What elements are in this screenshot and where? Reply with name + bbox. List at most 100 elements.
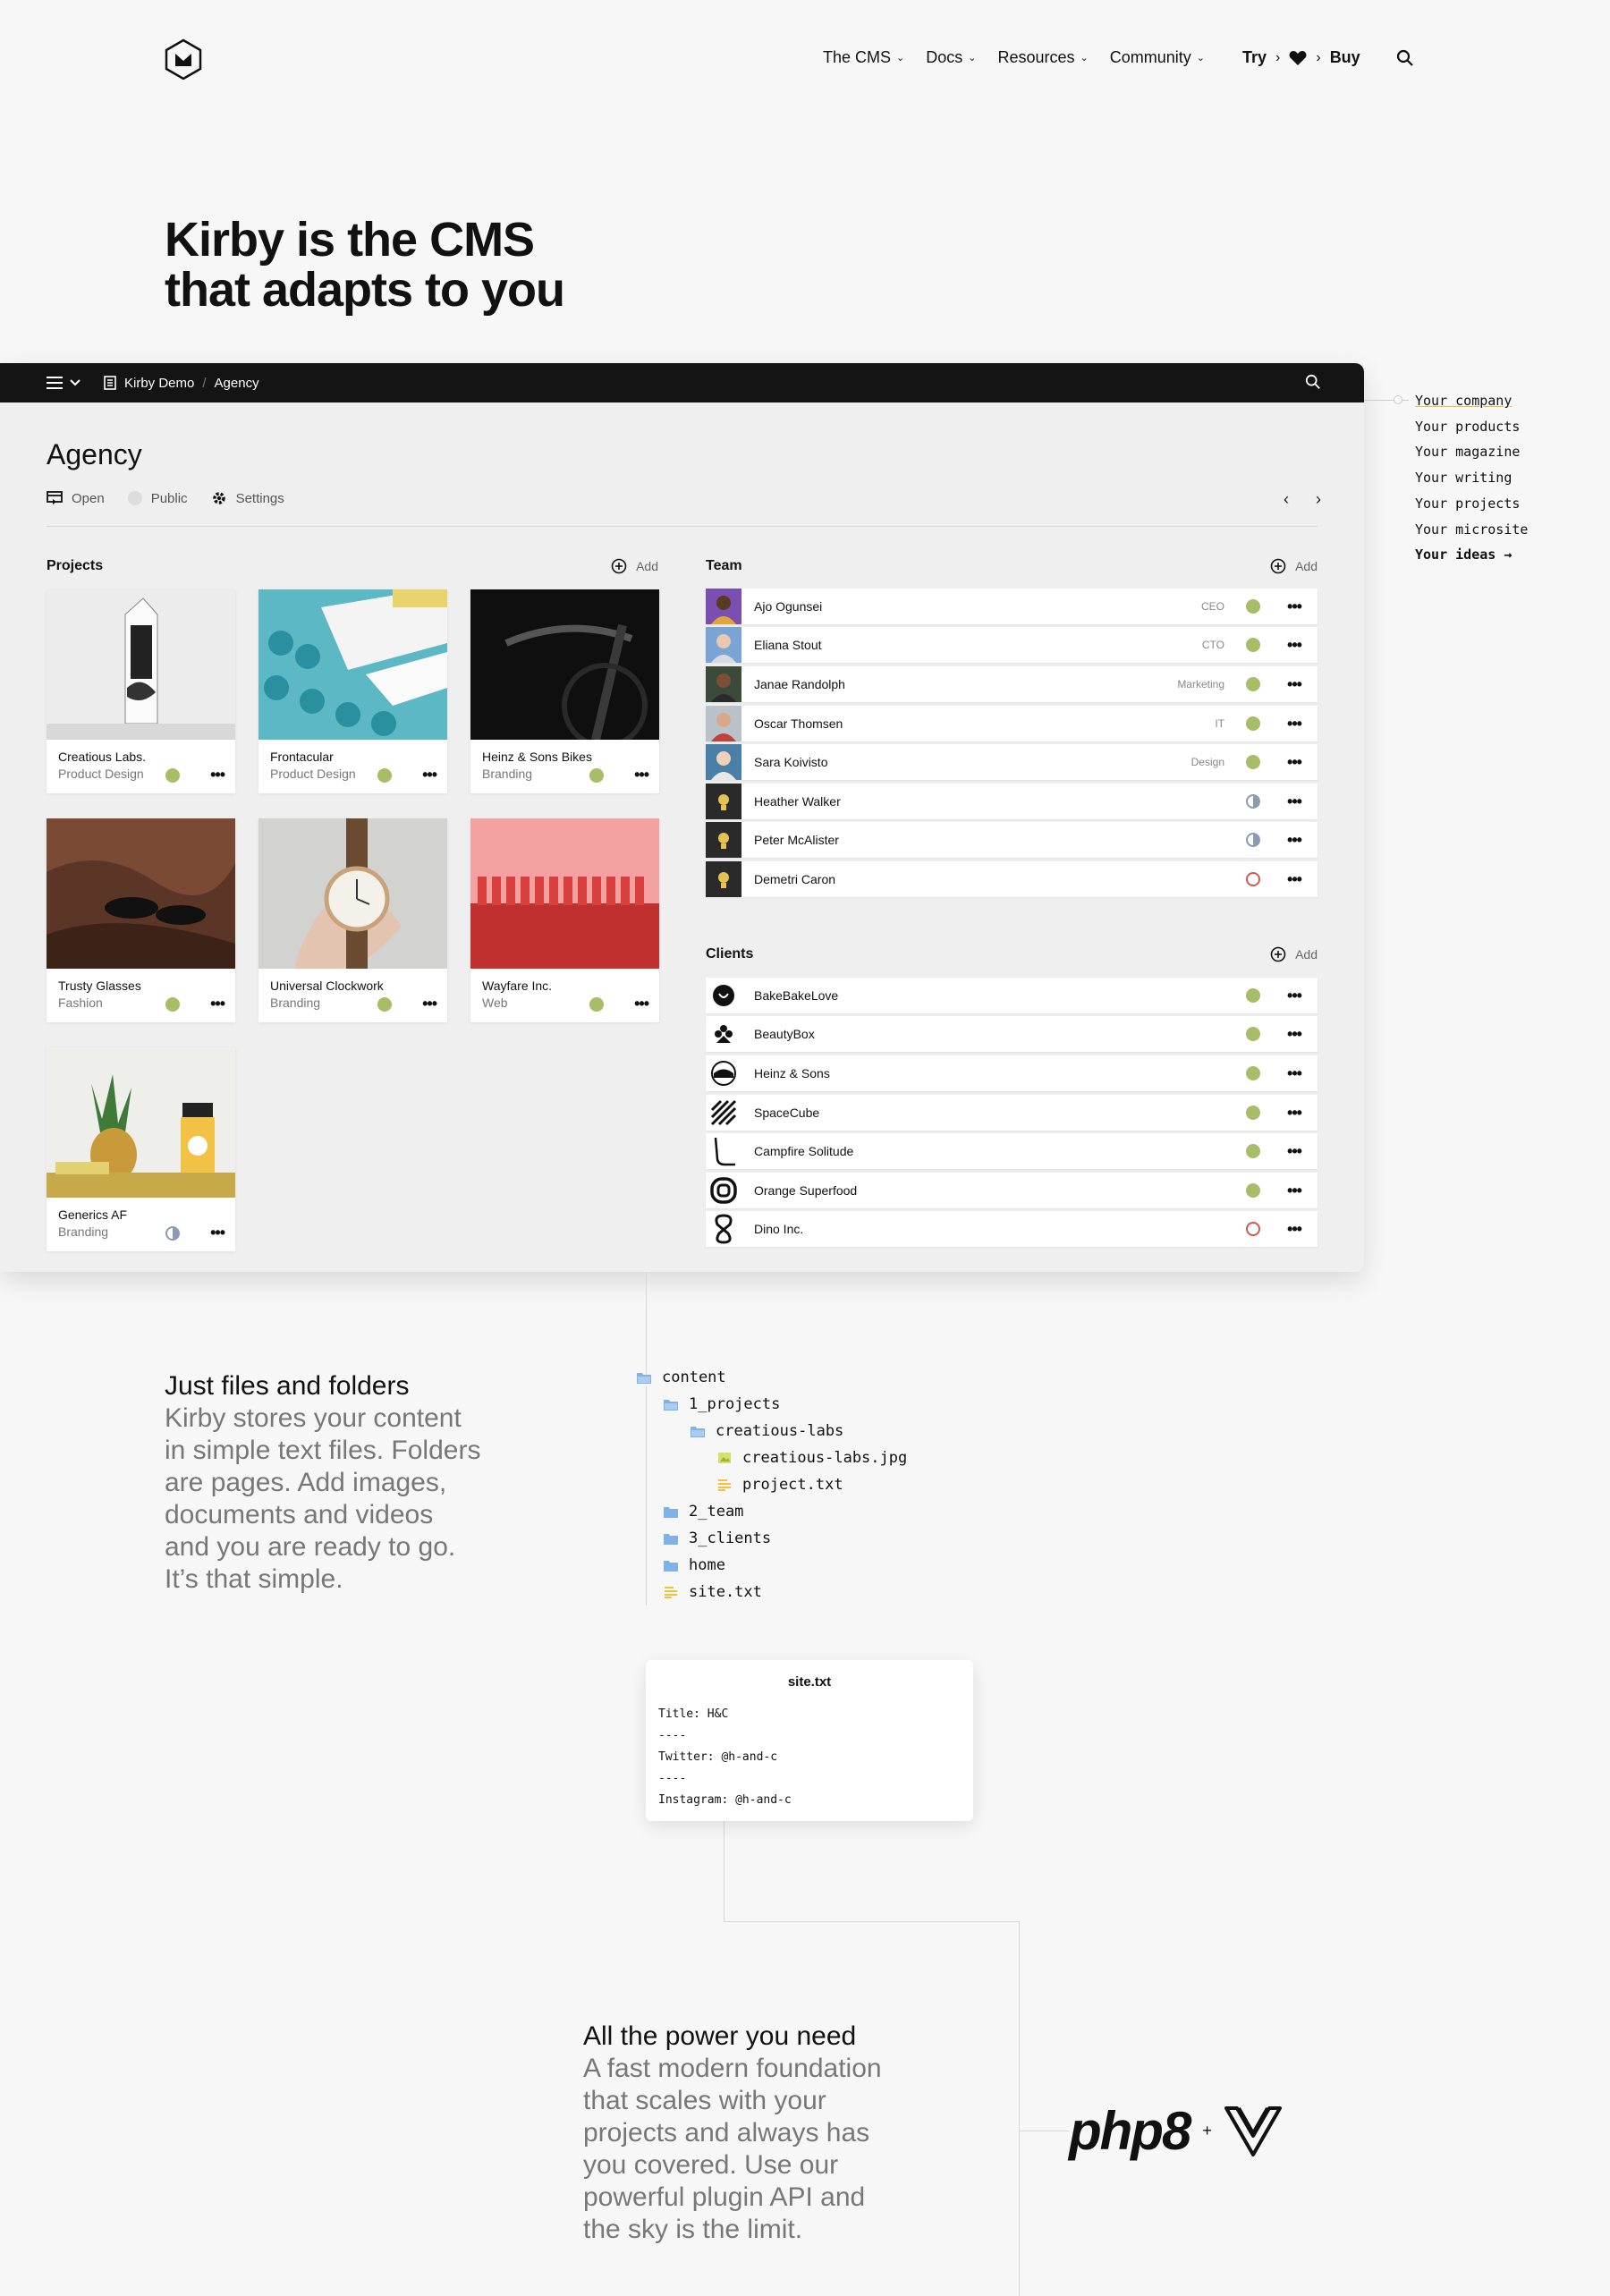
team-row[interactable]: Janae Randolph Marketing ••• — [706, 666, 1318, 702]
more-options-icon[interactable]: ••• — [1284, 1220, 1305, 1239]
client-row[interactable]: Dino Inc. ••• — [706, 1211, 1318, 1247]
tree-node-text[interactable]: project.txt — [717, 1476, 843, 1494]
use-case-item[interactable]: Your projects — [1415, 491, 1528, 517]
use-case-item[interactable]: Your products — [1415, 414, 1528, 440]
more-options-icon[interactable]: ••• — [1284, 753, 1305, 772]
more-options-icon[interactable]: ••• — [1284, 597, 1305, 616]
status-listed-icon[interactable] — [377, 768, 392, 783]
status-listed-icon[interactable] — [165, 997, 180, 1012]
more-options-icon[interactable]: ••• — [1284, 675, 1305, 694]
project-card[interactable]: Wayfare Inc. Web ••• — [470, 818, 659, 1022]
more-options-icon[interactable]: ••• — [1284, 831, 1305, 850]
status-unlisted-icon[interactable] — [1246, 794, 1260, 809]
status-listed-icon[interactable] — [589, 768, 604, 783]
breadcrumb-item-site[interactable]: Kirby Demo — [124, 376, 194, 391]
status-listed-icon[interactable] — [1246, 599, 1260, 614]
status-draft-icon[interactable] — [1246, 1222, 1260, 1236]
try-link[interactable]: Try — [1242, 48, 1267, 67]
tree-node-folder[interactable]: creatious-labs — [691, 1422, 843, 1440]
status-listed-icon[interactable] — [1246, 988, 1260, 1003]
project-card[interactable]: Frontacular Product Design ••• — [258, 589, 447, 793]
project-card[interactable]: Universal Clockwork Branding ••• — [258, 818, 447, 1022]
more-options-icon[interactable]: ••• — [422, 766, 437, 784]
more-options-icon[interactable]: ••• — [1284, 792, 1305, 811]
tree-node-folder[interactable]: 3_clients — [664, 1529, 771, 1547]
team-row[interactable]: Ajo Ogunsei CEO ••• — [706, 589, 1318, 624]
project-card[interactable]: Creatious Labs. Product Design ••• — [47, 589, 235, 793]
more-options-icon[interactable]: ••• — [210, 766, 225, 784]
chevron-right-icon[interactable]: › — [1316, 490, 1321, 509]
search-icon[interactable] — [1396, 49, 1414, 67]
status-listed-icon[interactable] — [1246, 1183, 1260, 1198]
project-card[interactable]: Heinz & Sons Bikes Branding ••• — [470, 589, 659, 793]
team-row[interactable]: Sara Koivisto Design ••• — [706, 744, 1318, 780]
clients-add-button[interactable]: Add — [1270, 946, 1318, 962]
tree-node-folder[interactable]: 1_projects — [664, 1395, 780, 1413]
settings-button[interactable]: Settings — [211, 490, 284, 506]
more-options-icon[interactable]: ••• — [1284, 1182, 1305, 1200]
status-listed-icon[interactable] — [589, 997, 604, 1012]
team-row[interactable]: Heather Walker ••• — [706, 784, 1318, 819]
project-card[interactable]: Generics AF Branding ••• — [47, 1047, 235, 1251]
tree-node-image[interactable]: creatious-labs.jpg — [717, 1449, 907, 1467]
use-case-item[interactable]: Your company — [1415, 388, 1528, 414]
panel-menu-button[interactable] — [47, 377, 80, 389]
more-options-icon[interactable]: ••• — [634, 766, 649, 784]
client-row[interactable]: Campfire Solitude ••• — [706, 1133, 1318, 1169]
status-unlisted-icon[interactable] — [1246, 833, 1260, 847]
tree-node-folder[interactable]: home — [664, 1556, 725, 1574]
status-listed-icon[interactable] — [1246, 1106, 1260, 1120]
status-listed-icon[interactable] — [1246, 638, 1260, 652]
more-options-icon[interactable]: ••• — [1284, 870, 1305, 889]
team-add-button[interactable]: Add — [1270, 558, 1318, 574]
status-listed-icon[interactable] — [1246, 716, 1260, 731]
use-case-item[interactable]: Your writing — [1415, 465, 1528, 491]
more-options-icon[interactable]: ••• — [1284, 1064, 1305, 1083]
more-options-icon[interactable]: ••• — [210, 995, 225, 1013]
nav-item-resources[interactable]: Resources ⌄ — [997, 48, 1088, 67]
status-listed-icon[interactable] — [1246, 1144, 1260, 1158]
status-listed-icon[interactable] — [1246, 1066, 1260, 1080]
more-options-icon[interactable]: ••• — [1284, 636, 1305, 655]
more-options-icon[interactable]: ••• — [210, 1224, 225, 1242]
more-options-icon[interactable]: ••• — [1284, 1142, 1305, 1161]
chevron-left-icon[interactable]: ‹ — [1284, 490, 1289, 509]
client-row[interactable]: SpaceCube ••• — [706, 1095, 1318, 1131]
status-draft-icon[interactable] — [1246, 872, 1260, 886]
client-row[interactable]: BakeBakeLove ••• — [706, 978, 1318, 1013]
open-button[interactable]: Open — [47, 491, 105, 506]
more-options-icon[interactable]: ••• — [1284, 1025, 1305, 1044]
use-case-item[interactable]: Your microsite — [1415, 517, 1528, 543]
more-options-icon[interactable]: ••• — [1284, 1104, 1305, 1123]
status-listed-icon[interactable] — [377, 997, 392, 1012]
client-row[interactable]: Heinz & Sons ••• — [706, 1055, 1318, 1091]
more-options-icon[interactable]: ••• — [634, 995, 649, 1013]
nav-item-community[interactable]: Community ⌄ — [1110, 48, 1205, 67]
tree-node-folder[interactable]: content — [637, 1368, 726, 1386]
kirby-logo-icon[interactable] — [164, 38, 203, 80]
buy-link[interactable]: Buy — [1330, 48, 1360, 67]
team-row[interactable]: Peter McAlister ••• — [706, 822, 1318, 858]
breadcrumb-item-page[interactable]: Agency — [215, 376, 259, 391]
client-row[interactable]: Orange Superfood ••• — [706, 1173, 1318, 1208]
project-card[interactable]: Trusty Glasses Fashion ••• — [47, 818, 235, 1022]
team-row[interactable]: Demetri Caron ••• — [706, 861, 1318, 897]
tree-node-folder[interactable]: 2_team — [664, 1503, 743, 1521]
status-listed-icon[interactable] — [165, 768, 180, 783]
status-unlisted-icon[interactable] — [165, 1226, 180, 1241]
use-case-item[interactable]: Your magazine — [1415, 439, 1528, 465]
status-listed-icon[interactable] — [1246, 755, 1260, 769]
more-options-icon[interactable]: ••• — [1284, 987, 1305, 1005]
tree-node-text[interactable]: site.txt — [664, 1583, 762, 1601]
use-case-item[interactable]: Your ideas → — [1415, 542, 1528, 568]
panel-search-icon[interactable] — [1305, 374, 1321, 390]
nav-item-the-cms[interactable]: The CMS ⌄ — [823, 48, 904, 67]
projects-add-button[interactable]: Add — [611, 558, 658, 574]
team-row[interactable]: Oscar Thomsen IT ••• — [706, 706, 1318, 741]
team-row[interactable]: Eliana Stout CTO ••• — [706, 627, 1318, 663]
more-options-icon[interactable]: ••• — [422, 995, 437, 1013]
status-listed-icon[interactable] — [1246, 1027, 1260, 1041]
public-status-button[interactable]: Public — [127, 491, 188, 506]
status-listed-icon[interactable] — [1246, 677, 1260, 691]
client-row[interactable]: BeautyBox ••• — [706, 1016, 1318, 1052]
